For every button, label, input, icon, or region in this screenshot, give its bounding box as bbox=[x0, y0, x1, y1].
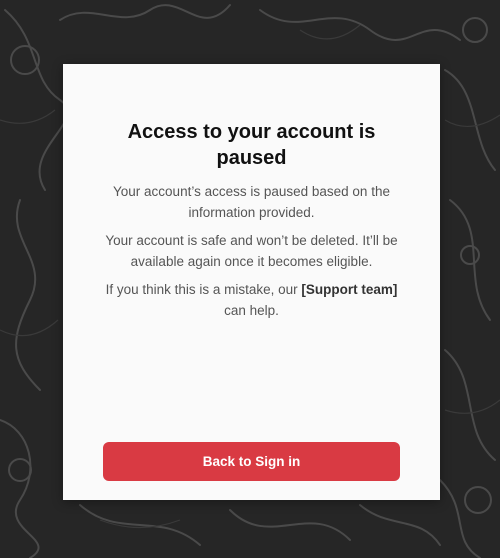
dialog-title: Access to your account is paused bbox=[127, 121, 376, 169]
back-to-sign-in-button[interactable]: Back to Sign in bbox=[103, 442, 400, 481]
account-paused-dialog: Access to your account is paused Your ac… bbox=[63, 64, 440, 500]
support-message: If you think this is a mistake, our [Sup… bbox=[97, 279, 406, 321]
paused-message: Your account’s access is paused based on… bbox=[113, 184, 390, 220]
support-message-prefix: If you think this is a mistake, our bbox=[105, 282, 302, 297]
support-message-suffix: can help. bbox=[224, 303, 279, 318]
support-team-link[interactable]: [Support team] bbox=[301, 282, 397, 297]
account-safe-message: Your account is safe and won’t be delete… bbox=[105, 233, 398, 269]
